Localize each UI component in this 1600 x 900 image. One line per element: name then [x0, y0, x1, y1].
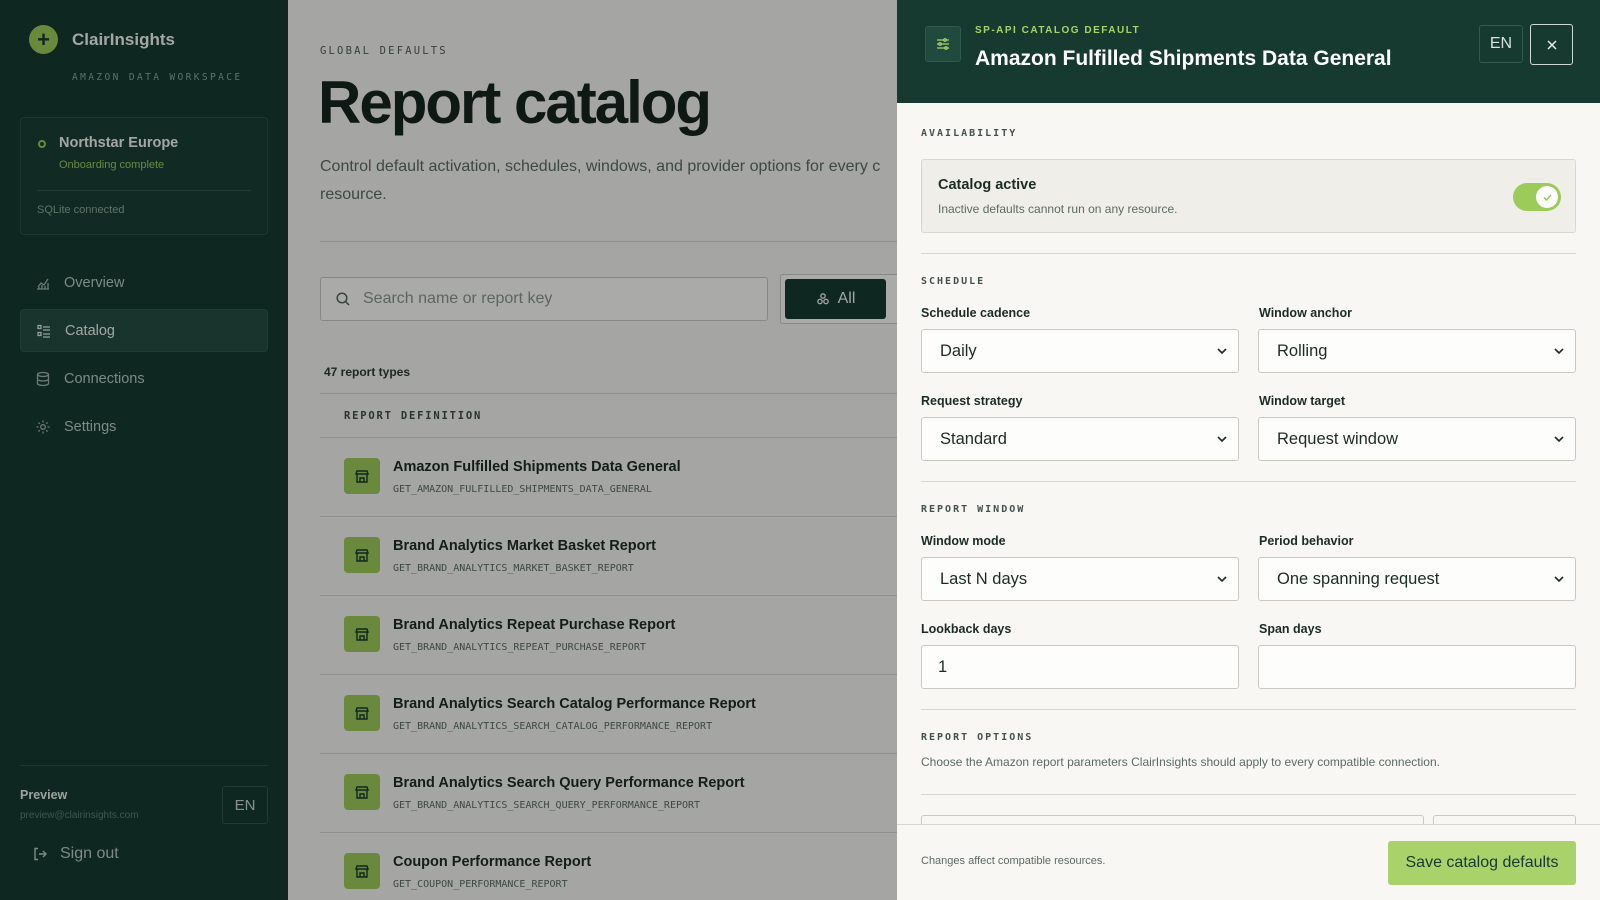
strategy-select[interactable]: Standard: [921, 417, 1239, 461]
select-value: Last N days: [940, 569, 1028, 588]
divider: [921, 481, 1576, 482]
report-options-description: Choose the Amazon report parameters Clai…: [921, 755, 1440, 769]
chevron-down-icon: [1554, 436, 1564, 443]
footer-note: Changes affect compatible resources.: [921, 855, 1106, 867]
sliders-icon: [925, 26, 961, 62]
save-button[interactable]: Save catalog defaults: [1388, 841, 1576, 885]
anchor-label: Window anchor: [1259, 306, 1352, 320]
catalog-active-toggle[interactable]: [1513, 183, 1561, 211]
strategy-label: Request strategy: [921, 394, 1023, 408]
availability-description: Inactive defaults cannot run on any reso…: [938, 202, 1178, 216]
section-schedule: SCHEDULE: [921, 276, 986, 287]
divider: [921, 253, 1576, 254]
close-button[interactable]: [1530, 24, 1573, 65]
check-icon: [1536, 186, 1558, 208]
lookback-days-input[interactable]: 1: [921, 645, 1239, 689]
drawer-eyebrow: SP-API CATALOG DEFAULT: [975, 25, 1141, 36]
cadence-select[interactable]: Daily: [921, 329, 1239, 373]
drawer-footer: Changes affect compatible resources. Sav…: [897, 824, 1600, 900]
chevron-down-icon: [1217, 436, 1227, 443]
divider: [921, 709, 1576, 710]
chevron-down-icon: [1554, 348, 1564, 355]
window-mode-label: Window mode: [921, 534, 1006, 548]
availability-card: Catalog active Inactive defaults cannot …: [921, 159, 1576, 233]
period-label: Period behavior: [1259, 534, 1354, 548]
availability-title: Catalog active: [938, 177, 1037, 193]
span-days-input[interactable]: [1258, 645, 1576, 689]
catalog-default-drawer: SP-API CATALOG DEFAULT Amazon Fulfilled …: [897, 0, 1600, 900]
select-value: Request window: [1277, 429, 1399, 448]
chevron-down-icon: [1217, 576, 1227, 583]
drawer-title: Amazon Fulfilled Shipments Data General: [975, 47, 1392, 70]
section-report-window: REPORT WINDOW: [921, 504, 1026, 515]
language-button[interactable]: EN: [1479, 25, 1523, 63]
window-mode-select[interactable]: Last N days: [921, 557, 1239, 601]
chevron-down-icon: [1554, 576, 1564, 583]
close-icon: [1546, 39, 1557, 50]
lookback-label: Lookback days: [921, 622, 1012, 636]
section-availability: AVAILABILITY: [921, 128, 1018, 139]
select-value: One spanning request: [1277, 569, 1440, 588]
drawer-header: SP-API CATALOG DEFAULT Amazon Fulfilled …: [897, 0, 1600, 103]
target-label: Window target: [1259, 394, 1345, 408]
select-value: Daily: [940, 341, 977, 360]
span-label: Span days: [1259, 622, 1322, 636]
chevron-down-icon: [1217, 348, 1227, 355]
select-value: Standard: [940, 429, 1007, 448]
anchor-select[interactable]: Rolling: [1258, 329, 1576, 373]
select-value: Rolling: [1277, 341, 1328, 360]
section-report-options: REPORT OPTIONS: [921, 732, 1034, 743]
divider: [921, 794, 1576, 795]
target-select[interactable]: Request window: [1258, 417, 1576, 461]
cadence-label: Schedule cadence: [921, 306, 1031, 320]
period-select[interactable]: One spanning request: [1258, 557, 1576, 601]
